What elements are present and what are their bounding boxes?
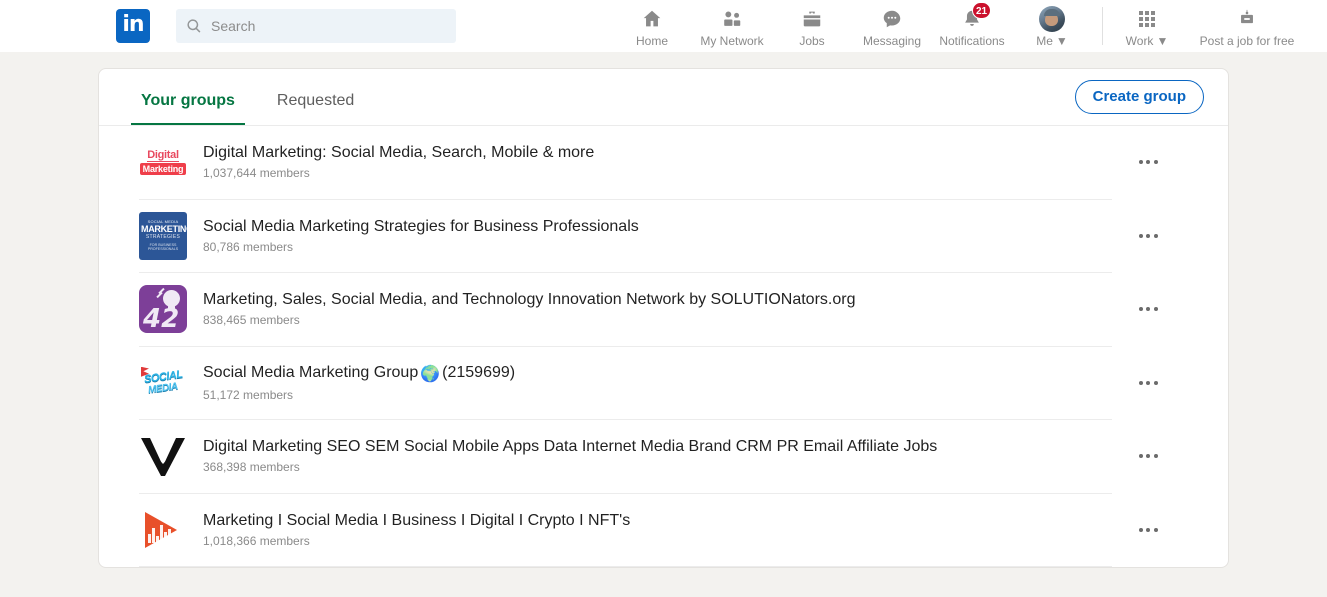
group-meta: Marketing, Sales, Social Media, and Tech…	[203, 290, 1128, 328]
logo-text-line1: 42	[143, 304, 180, 334]
primary-navigation: Home My Network Jobs Messaging 21 Notifi…	[612, 0, 1307, 52]
group-title[interactable]: Digital Marketing SEO SEM Social Mobile …	[203, 437, 1128, 457]
solutionators-logo: 42	[139, 285, 187, 334]
seo-sem-w-logo	[139, 432, 187, 481]
search-input[interactable]	[211, 18, 446, 34]
nav-label-work-text: Work	[1125, 34, 1154, 48]
nav-item-notifications[interactable]: 21 Notifications	[932, 0, 1012, 52]
group-title[interactable]: Social Media Marketing Strategies for Bu…	[203, 217, 1128, 237]
group-meta: Social Media Marketing Group 🌍 (2159699) 5…	[203, 363, 1128, 403]
post-job-icon	[1236, 7, 1258, 31]
overflow-menu-icon[interactable]	[1128, 510, 1168, 550]
group-list-item[interactable]: SOCIAL MEDIA Social Media Marketing Grou…	[99, 347, 1228, 420]
nav-label-post-a-job: Post a job for free	[1199, 34, 1295, 48]
group-member-count: 80,786 members	[203, 239, 294, 254]
home-icon	[641, 7, 663, 31]
group-meta: Social Media Marketing Strategies for Bu…	[203, 217, 1128, 255]
globe-icon: 🌍	[420, 365, 441, 383]
social-media-group-logo: SOCIAL MEDIA	[139, 358, 187, 407]
notifications-badge: 21	[972, 2, 992, 19]
group-title[interactable]: Marketing, Sales, Social Media, and Tech…	[203, 290, 1128, 310]
tab-requested[interactable]: Requested	[275, 91, 356, 125]
group-title-text: Social Media Marketing Group	[203, 363, 419, 381]
overflow-menu-icon[interactable]	[1128, 216, 1168, 256]
search-box[interactable]	[176, 9, 456, 43]
group-title[interactable]: Digital Marketing: Social Media, Search,…	[203, 143, 1128, 163]
nav-item-messaging[interactable]: Messaging	[852, 0, 932, 52]
people-icon	[721, 7, 743, 31]
group-member-count: 838,465 members	[203, 313, 300, 328]
create-group-button[interactable]: Create group	[1074, 80, 1204, 114]
nav-item-jobs[interactable]: Jobs	[772, 0, 852, 52]
group-meta: Digital Marketing SEO SEM Social Mobile …	[203, 437, 1128, 475]
group-meta: Marketing I Social Media I Business I Di…	[203, 511, 1128, 549]
group-member-count: 1,018,366 members	[203, 533, 310, 548]
nav-label-work: Work ▼	[1126, 34, 1169, 48]
message-bubble-icon	[881, 7, 903, 31]
chevron-down-icon: ▼	[1156, 34, 1169, 48]
nav-label-me-text: Me	[1036, 34, 1053, 48]
digital-marketing-logo: Digital Marketing	[139, 138, 187, 187]
nav-label-jobs: Jobs	[799, 34, 825, 48]
linkedin-logo-icon[interactable]: in	[116, 9, 150, 43]
nav-label-home: Home	[635, 34, 668, 48]
group-list-item[interactable]: SOCIAL MEDIA MARKETING STRATEGIES FOR BU…	[99, 200, 1228, 273]
group-list-item[interactable]: Marketing I Social Media I Business I Di…	[99, 494, 1228, 567]
group-meta: Digital Marketing: Social Media, Search,…	[203, 143, 1128, 181]
overflow-menu-icon[interactable]	[1128, 289, 1168, 329]
logo-text-line3: STRATEGIES	[145, 233, 181, 240]
groups-card-header: Your groups Requested Create group	[99, 69, 1228, 125]
page-body: Your groups Requested Create group Digit…	[0, 52, 1327, 568]
logo-text-line1: Digital	[147, 148, 179, 162]
chevron-down-icon: ▼	[1055, 34, 1068, 48]
nav-label-my-network: My Network	[700, 34, 764, 48]
logo-text-line2: MARKETING	[141, 223, 187, 234]
nav-label-messaging: Messaging	[862, 34, 922, 48]
groups-tabs: Your groups Requested	[131, 69, 394, 125]
nav-item-work[interactable]: Work ▼	[1107, 0, 1187, 52]
group-member-count: 51,172 members	[203, 387, 294, 402]
overflow-menu-icon[interactable]	[1128, 363, 1168, 403]
briefcase-icon	[801, 7, 823, 31]
group-title[interactable]: Marketing I Social Media I Business I Di…	[203, 511, 1128, 531]
overflow-menu-icon[interactable]	[1128, 436, 1168, 476]
nav-label-me: Me ▼	[1036, 34, 1068, 48]
logo-text-line1: SOCIAL MEDIA	[147, 218, 179, 224]
nav-label-notifications: Notifications	[939, 34, 1005, 48]
group-list-item[interactable]: Digital Marketing SEO SEM Social Mobile …	[99, 420, 1228, 493]
nav-item-my-network[interactable]: My Network	[692, 0, 772, 52]
nav-divider	[1102, 7, 1103, 45]
global-header: in Home My Network	[0, 0, 1327, 52]
nav-item-me[interactable]: Me ▼	[1012, 0, 1092, 52]
group-list-item[interactable]: 42 Marketing, Sales, Social Media, and T…	[99, 273, 1228, 346]
logo-text-line5: PROFESSIONALS	[147, 247, 179, 252]
search-icon	[186, 18, 202, 34]
nav-item-home[interactable]: Home	[612, 0, 692, 52]
group-member-count: 368,398 members	[203, 460, 300, 475]
group-title[interactable]: Social Media Marketing Group 🌍 (2159699)	[203, 363, 1128, 385]
group-title-id: (2159699)	[442, 363, 516, 381]
marketing-nft-play-logo	[139, 505, 187, 554]
groups-card: Your groups Requested Create group Digit…	[98, 68, 1229, 568]
groups-list: Digital Marketing Digital Marketing: Soc…	[99, 126, 1228, 567]
social-media-marketing-strategies-logo: SOCIAL MEDIA MARKETING STRATEGIES FOR BU…	[139, 211, 187, 260]
bell-icon: 21	[961, 2, 992, 31]
group-member-count: 1,037,644 members	[203, 166, 310, 181]
list-divider	[139, 566, 1112, 567]
nav-item-post-a-job[interactable]: Post a job for free	[1187, 0, 1307, 52]
logo-text-line2: Marketing	[139, 162, 187, 175]
avatar	[1039, 6, 1065, 32]
grid-apps-icon	[1139, 7, 1155, 31]
tab-your-groups[interactable]: Your groups	[131, 91, 245, 125]
overflow-menu-icon[interactable]	[1128, 142, 1168, 182]
group-list-item[interactable]: Digital Marketing Digital Marketing: Soc…	[99, 126, 1228, 199]
